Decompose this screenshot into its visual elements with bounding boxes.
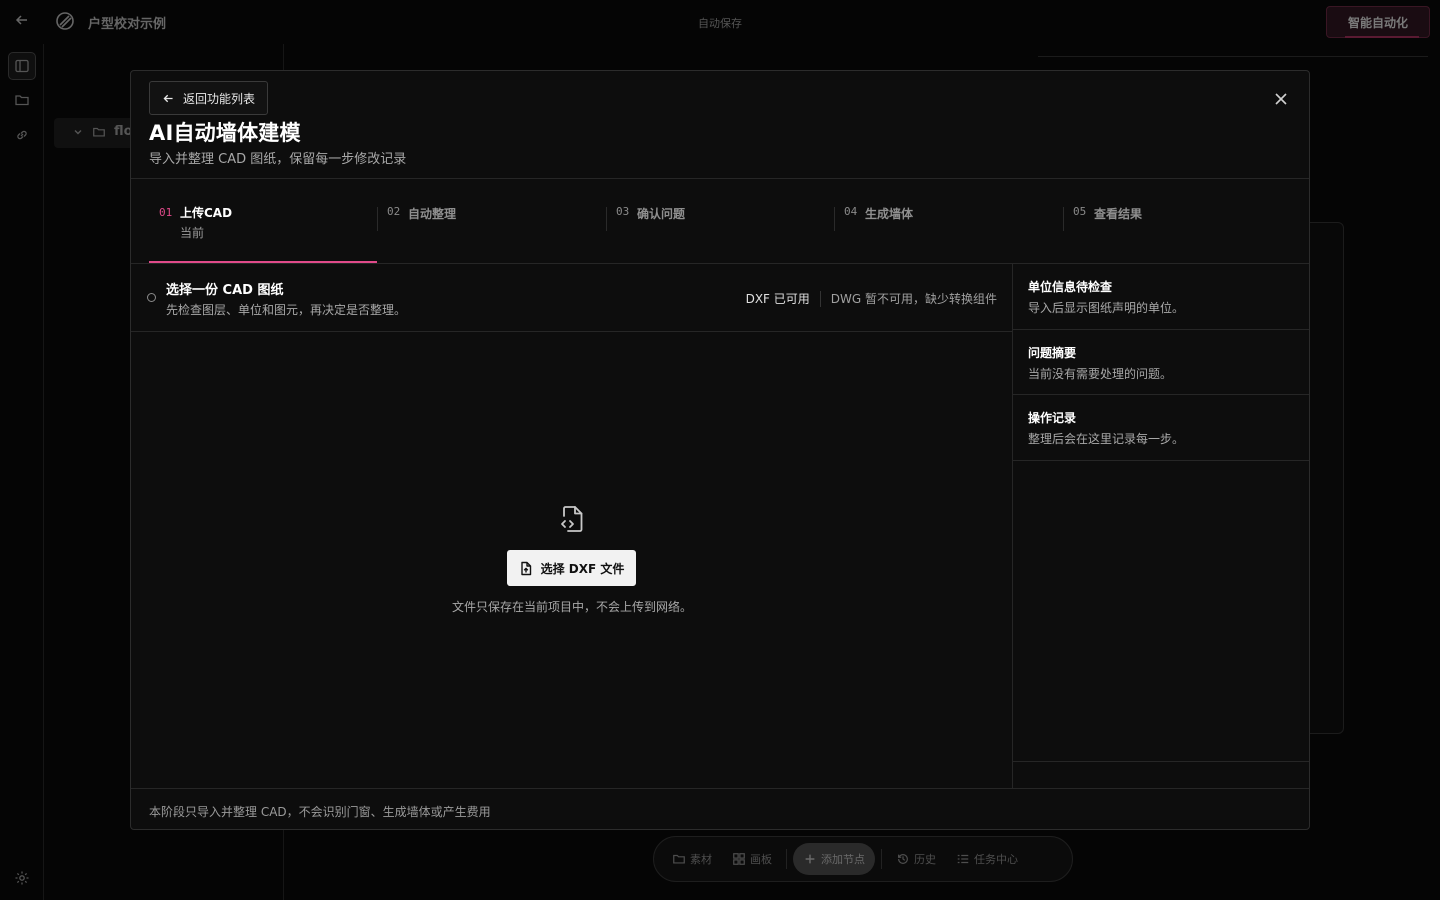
wall-modeling-modal: 返回功能列表 AI自动墙体建模 导入并整理 CAD 图纸，保留每一步修改记录 0… [130, 70, 1310, 830]
file-code-icon [558, 504, 586, 534]
privacy-note: 文件只保存在当前项目中，不会上传到网络。 [451, 600, 692, 614]
operation-log-card: 操作记录 整理后会在这里记录每一步。 [1013, 395, 1309, 461]
toolbar-divider [786, 849, 787, 869]
card-description: 整理后会在这里记录每一步。 [1028, 432, 1185, 446]
card-description: 导入后显示图纸声明的单位。 [1028, 301, 1185, 315]
right-header-divider [1038, 56, 1428, 57]
step-number: 03 [616, 205, 630, 218]
file-upload-icon [520, 561, 531, 575]
modal-footer: 本阶段只导入并整理 CAD，不会识别门窗、生成墙体或产生费用 [131, 788, 1309, 829]
card-description: 当前没有需要处理的问题。 [1028, 367, 1173, 381]
step-divider [834, 207, 835, 231]
select-cad-row: 选择一份 CAD 图纸 先检查图层、单位和图元，再决定是否整理。 DXF 已可用… [131, 264, 1013, 332]
unit-info-card: 单位信息待检查 导入后显示图纸声明的单位。 [1013, 264, 1309, 330]
settings-gear-icon[interactable] [8, 864, 36, 892]
choose-dxf-label: 选择 DXF 文件 [540, 561, 625, 576]
autosave-status: 自动保存 [698, 17, 742, 30]
step-label: 自动整理 [408, 207, 457, 221]
footer-note: 本阶段只导入并整理 CAD，不会识别门窗、生成墙体或产生费用 [149, 805, 491, 819]
step-progress: 01 上传CAD 当前 02 自动整理 03 确认问题 04 生成墙体 05 查… [149, 179, 1309, 263]
toolbar-divider [881, 849, 882, 869]
select-cad-title: 选择一份 CAD 图纸 [166, 283, 284, 298]
step-label: 确认问题 [637, 207, 686, 221]
arrow-left-icon [163, 94, 173, 102]
select-cad-description: 先检查图层、单位和图元，再决定是否整理。 [166, 303, 407, 317]
card-title: 操作记录 [1028, 411, 1077, 425]
step-divider [1063, 207, 1064, 231]
card-title: 单位信息待检查 [1028, 280, 1113, 294]
materials-label: 素材 [690, 853, 712, 866]
step-number: 02 [387, 205, 401, 218]
step-number: 04 [844, 205, 858, 218]
bottom-toolbar: 素材 画板 添加节点 历史 任务中心 [653, 836, 1073, 882]
status-divider [819, 290, 821, 307]
back-to-list-button[interactable]: 返回功能列表 [149, 81, 268, 115]
upload-main-area: 选择一份 CAD 图纸 先检查图层、单位和图元，再决定是否整理。 DXF 已可用… [131, 264, 1013, 788]
modal-subtitle: 导入并整理 CAD 图纸，保留每一步修改记录 [149, 152, 407, 167]
modal-title: AI自动墙体建模 [149, 121, 301, 145]
issue-summary-card: 问题摘要 当前没有需要处理的问题。 [1013, 330, 1309, 395]
history-icon [898, 854, 908, 864]
history-label: 历史 [914, 853, 936, 866]
step-view-results[interactable]: 05 查看结果 [1063, 179, 1291, 263]
info-side-panel: 单位信息待检查 导入后显示图纸声明的单位。 问题摘要 当前没有需要处理的问题。 … [1013, 264, 1309, 788]
folder-icon [673, 854, 685, 864]
tasks-label: 任务中心 [974, 853, 1018, 866]
step-number: 05 [1073, 205, 1087, 218]
dropzone[interactable]: 选择 DXF 文件 文件只保存在当前项目中，不会上传到网络。 [131, 332, 1013, 788]
step-divider [606, 207, 607, 231]
step-current-tag: 当前 [180, 226, 205, 240]
add-node-button[interactable]: 添加节点 [793, 843, 875, 875]
step-label: 上传CAD [180, 206, 233, 220]
grid-icon [733, 853, 745, 865]
add-node-label: 添加节点 [821, 853, 865, 866]
close-icon[interactable] [1271, 89, 1291, 109]
task-list-icon [957, 854, 969, 864]
plus-icon [805, 854, 815, 864]
step-generate-walls[interactable]: 04 生成墙体 [834, 179, 1062, 263]
left-rail [0, 44, 44, 900]
step-confirm-issues[interactable]: 03 确认问题 [606, 179, 834, 263]
folder-icon [92, 125, 106, 139]
history-button[interactable]: 历史 [888, 843, 944, 875]
step-label: 生成墙体 [865, 207, 914, 221]
dxf-status: DXF 已可用 [745, 292, 810, 306]
step-auto-organize[interactable]: 02 自动整理 [377, 179, 605, 263]
materials-button[interactable]: 素材 [664, 843, 720, 875]
step-label: 查看结果 [1094, 207, 1143, 221]
folder-icon[interactable] [8, 86, 36, 114]
automation-button[interactable]: 智能自动化 [1326, 6, 1430, 38]
card-title: 问题摘要 [1028, 346, 1077, 360]
modal-header: 返回功能列表 AI自动墙体建模 导入并整理 CAD 图纸，保留每一步修改记录 [131, 71, 1309, 179]
canvas-label: 画板 [750, 853, 772, 866]
format-status: DXF 已可用 DWG 暂不可用，缺少转换组件 [746, 290, 997, 307]
link-icon[interactable] [8, 121, 36, 149]
canvas-button[interactable]: 画板 [724, 843, 780, 875]
top-bar: 户型校对示例 自动保存 智能自动化 [0, 0, 1440, 44]
back-label: 返回功能列表 [183, 91, 256, 106]
panel-toggle-button[interactable] [8, 52, 36, 80]
dwg-status: DWG 暂不可用，缺少转换组件 [830, 292, 997, 306]
choose-dxf-button[interactable]: 选择 DXF 文件 [507, 550, 636, 586]
chevron-down-icon [72, 126, 84, 138]
status-dot-icon [147, 293, 156, 302]
tasks-button[interactable]: 任务中心 [948, 843, 1026, 875]
side-divider [1013, 761, 1309, 762]
step-number: 01 [159, 206, 173, 219]
step-upload-cad[interactable]: 01 上传CAD 当前 [149, 179, 377, 263]
step-divider [377, 207, 378, 231]
